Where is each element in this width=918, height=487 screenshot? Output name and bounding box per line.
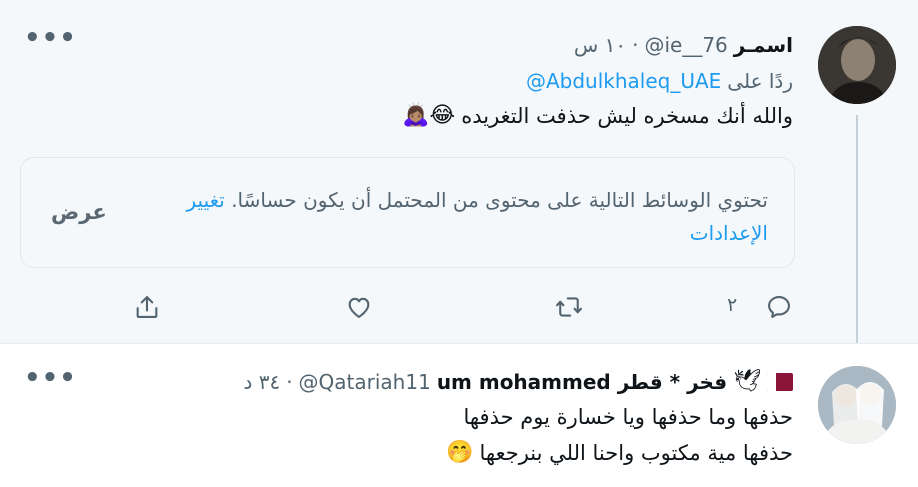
tweet-text-line-2: حذفها مية مكتوب واحنا اللي بنرجعها 🤭 <box>446 440 793 465</box>
retweet-button[interactable] <box>552 290 586 324</box>
reply-prefix: ردًا على <box>727 69 793 93</box>
tweet-text-line-1: حذفها وما حذفها ويا خسارة يوم حذفها <box>463 405 793 429</box>
reply-count: ٢ <box>727 294 738 316</box>
tweet-header: 🕊 فخر * قطر um mohammed @Qatariah11 · ٣٤… <box>243 369 793 394</box>
reply-icon <box>768 296 790 318</box>
tweet-text: والله أنك مسخره ليش حذفت التغريده 🙇🏽‍♀️😂 <box>402 103 793 128</box>
separator-dot: · <box>632 33 639 57</box>
qatar-flag-icon <box>767 372 793 391</box>
more-options-icon[interactable]: ••• <box>24 365 77 391</box>
separator-dot: · <box>286 369 293 394</box>
avatar-image <box>818 26 896 104</box>
author-handle[interactable]: @ie__76 <box>644 33 727 57</box>
reply-context: ردًا على @Abdulkhaleq_UAE <box>526 69 793 93</box>
avatar[interactable] <box>818 26 896 104</box>
share-button[interactable] <box>130 290 164 324</box>
tweet-text-content: والله أنك مسخره ليش حذفت التغريده <box>461 103 793 128</box>
show-media-button[interactable]: عرض <box>51 200 107 224</box>
author-name[interactable]: فخر * قطر um mohammed <box>437 370 727 394</box>
like-button[interactable] <box>342 290 376 324</box>
tweet-time[interactable]: ١٠ س <box>574 33 626 57</box>
share-icon <box>136 296 158 318</box>
reply-button[interactable] <box>762 290 796 324</box>
tweet-header: اسمـر @ie__76 · ١٠ س <box>574 33 793 57</box>
dove-icon: 🕊 <box>733 369 761 394</box>
sensitive-media-warning: تحتوي الوسائط التالية على محتوى من المحت… <box>20 157 795 268</box>
heart-icon <box>348 297 370 318</box>
tweet-time[interactable]: ٣٤ د <box>243 370 280 394</box>
emoji: 🙇🏽‍♀️😂 <box>402 103 456 128</box>
tweet-text-line-2-content: حذفها مية مكتوب واحنا اللي بنرجعها <box>479 440 793 465</box>
media-warning-message: تحتوي الوسائط التالية على محتوى من المحت… <box>231 188 768 212</box>
more-options-icon[interactable]: ••• <box>24 25 77 51</box>
emoji: 🤭 <box>446 440 474 465</box>
author-name[interactable]: اسمـر <box>734 33 793 57</box>
reply-to-link[interactable]: @Abdulkhaleq_UAE <box>526 69 721 93</box>
avatar-image <box>818 366 896 444</box>
avatar[interactable] <box>818 366 896 444</box>
retweet-icon <box>556 297 582 317</box>
thread-line <box>856 115 858 357</box>
author-handle[interactable]: @Qatariah11 <box>299 370 431 394</box>
media-warning-text: تحتوي الوسائط التالية على محتوى من المحت… <box>148 184 768 250</box>
